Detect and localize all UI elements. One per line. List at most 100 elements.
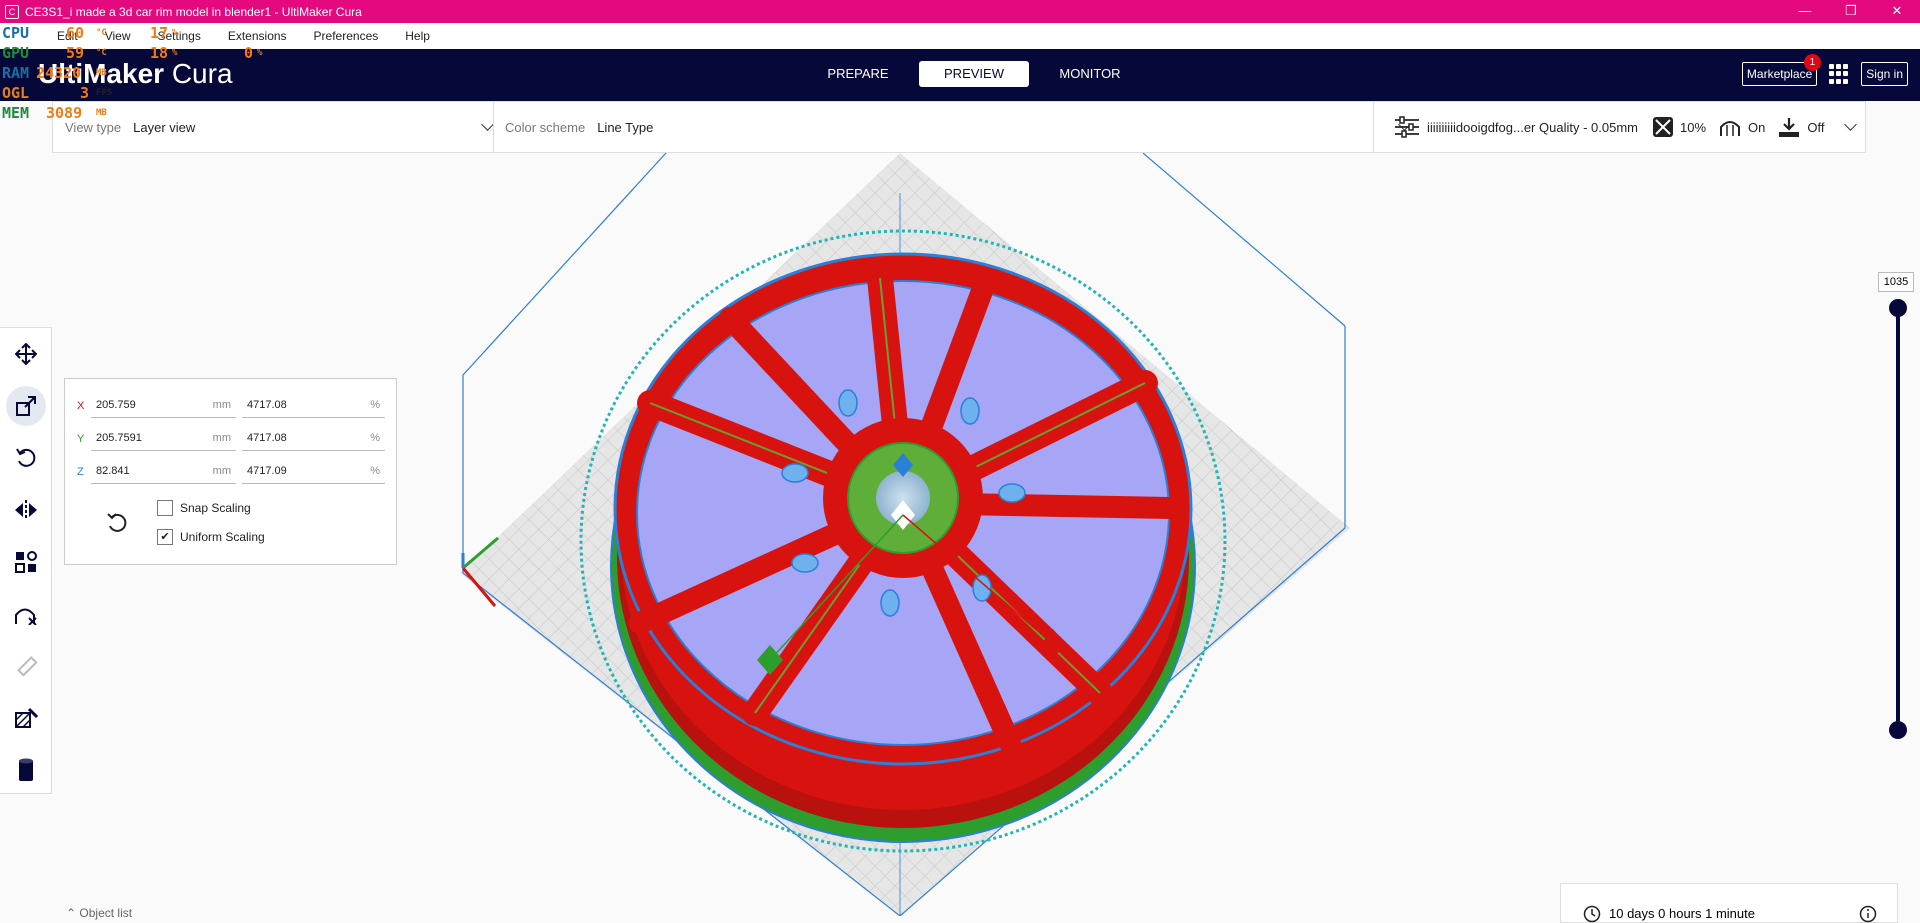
scale-z-percent-field[interactable]: 4717.09 % xyxy=(242,458,385,484)
rotate-icon xyxy=(16,448,36,467)
move-icon xyxy=(15,343,37,365)
infill-icon xyxy=(1652,117,1673,137)
ruler-icon xyxy=(17,656,37,677)
reset-scale-icon[interactable] xyxy=(105,511,131,537)
support-blocker-tool[interactable] xyxy=(0,588,52,640)
menu-view[interactable]: View xyxy=(105,29,131,43)
tab-preview[interactable]: PREVIEW xyxy=(919,61,1029,87)
uniform-scaling-checkbox[interactable]: ✔ Uniform Scaling xyxy=(157,529,265,545)
support-value: On xyxy=(1748,119,1766,135)
measure-tool[interactable] xyxy=(0,640,52,692)
uniform-scaling-box[interactable]: ✔ xyxy=(157,529,173,545)
layer-slider[interactable] xyxy=(1888,292,1908,744)
scale-icon xyxy=(16,396,36,416)
overlay-ogl-unit: FPS xyxy=(96,88,113,98)
scale-row-y: Y 205.7591 mm 4717.08 % xyxy=(65,425,398,453)
view-type-dropdown[interactable]: View type Layer view xyxy=(65,102,495,152)
axis-y-label: Y xyxy=(77,433,85,445)
support-blocker-icon xyxy=(15,608,37,625)
layer-slider-top-handle[interactable] xyxy=(1889,299,1907,317)
axis-z-label: Z xyxy=(77,466,84,478)
overlay-mem-unit: MB xyxy=(96,108,107,118)
profile-name: iiiiiiiiiidooigdfog...er Quality - 0.05m… xyxy=(1427,119,1638,135)
rotate-tool[interactable] xyxy=(0,432,52,484)
overlay-cpu-load-unit: % xyxy=(172,28,178,38)
overlay-gpu-load: 18 xyxy=(150,44,169,62)
current-layer-field[interactable]: 1035 xyxy=(1878,272,1914,292)
sign-in-button[interactable]: Sign in xyxy=(1861,62,1908,86)
menu-bar: Edit View Settings Extensions Preference… xyxy=(0,23,1920,49)
restore-icon[interactable]: ❐ xyxy=(1828,0,1874,23)
overlay-cpu-label: CPU xyxy=(2,24,30,42)
scale-y-mm-field[interactable]: 205.7591 mm xyxy=(91,425,236,451)
close-icon[interactable]: ✕ xyxy=(1874,0,1920,23)
print-settings-icon xyxy=(1395,116,1419,138)
scale-y-percent-field[interactable]: 4717.08 % xyxy=(242,425,385,451)
scale-x-mm-field[interactable]: 205.759 mm xyxy=(91,392,236,418)
overlay-cpu-temp-unit: °C xyxy=(96,28,107,38)
title-bar: C CE3S1_i made a 3d car rim model in ble… xyxy=(0,0,1920,23)
object-list-toggle[interactable]: ⌃ Object list xyxy=(66,906,132,920)
overlay-gpu-extra: 0 xyxy=(244,44,254,62)
mirror-tool[interactable] xyxy=(0,484,52,536)
cura-app-icon: C xyxy=(5,4,19,19)
menu-preferences[interactable]: Preferences xyxy=(314,29,379,43)
menu-help[interactable]: Help xyxy=(405,29,430,43)
uniform-scaling-label: Uniform Scaling xyxy=(180,530,265,544)
menu-extensions[interactable]: Extensions xyxy=(228,29,287,43)
adhesion-value: Off xyxy=(1807,119,1825,135)
per-model-settings-tool[interactable] xyxy=(0,536,52,588)
overlay-ram-value: 24320 xyxy=(36,64,82,82)
spool-tool[interactable] xyxy=(0,744,52,796)
snap-scaling-box[interactable] xyxy=(157,500,173,516)
paint-support-tool[interactable] xyxy=(0,692,52,744)
app-header: UltiMaker Cura PREPARE PREVIEW MONITOR M… xyxy=(0,49,1920,101)
scale-tool[interactable] xyxy=(0,380,52,432)
overlay-ram-unit: MB xyxy=(96,68,107,78)
overlay-ram-label: RAM xyxy=(2,64,30,82)
infill-value: 10% xyxy=(1679,119,1707,135)
viewport-3d[interactable] xyxy=(400,153,1360,916)
object-list-label: Object list xyxy=(79,906,133,920)
color-scheme-label: Color scheme xyxy=(505,119,586,135)
minimize-icon[interactable]: — xyxy=(1782,0,1828,23)
snap-scaling-label: Snap Scaling xyxy=(180,501,251,515)
window-title: CE3S1_i made a 3d car rim model in blend… xyxy=(25,4,362,19)
overlay-mem-label: MEM xyxy=(2,104,30,122)
adhesion-icon xyxy=(1779,118,1800,137)
logo-light: Cura xyxy=(171,58,233,89)
color-scheme-dropdown[interactable]: Color scheme Line Type xyxy=(505,102,1411,152)
view-type-value: Layer view xyxy=(133,119,196,135)
axis-x-label: X xyxy=(77,400,85,412)
layer-slider-bottom-handle[interactable] xyxy=(1889,721,1907,739)
tab-prepare[interactable]: PREPARE xyxy=(803,61,913,87)
chevron-down-icon xyxy=(1844,117,1858,131)
marketplace-badge: 1 xyxy=(1803,54,1821,71)
scale-x-percent-field[interactable]: 4717.08 % xyxy=(242,392,385,418)
tool-bar xyxy=(0,327,52,794)
support-icon xyxy=(1720,121,1741,136)
scale-panel: X 205.759 mm 4717.08 % Y 205.7591 mm 471… xyxy=(64,378,397,565)
overlay-ogl-value: 3 xyxy=(80,84,90,102)
scale-row-x: X 205.759 mm 4717.08 % xyxy=(65,392,398,420)
apps-grid-icon[interactable] xyxy=(1829,64,1849,84)
chevron-up-icon: ⌃ xyxy=(66,906,77,920)
scale-row-z: Z 82.841 mm 4717.09 % xyxy=(65,458,398,486)
per-model-settings-icon xyxy=(15,551,37,573)
tab-monitor[interactable]: MONITOR xyxy=(1035,61,1145,87)
overlay-cpu-temp: 60 xyxy=(66,24,85,42)
overlay-gpu-temp-unit: °C xyxy=(96,48,107,58)
scale-z-mm-field[interactable]: 82.841 mm xyxy=(91,458,236,484)
overlay-ogl-label: OGL xyxy=(2,84,30,102)
paint-support-icon xyxy=(15,707,38,728)
clock-icon xyxy=(1583,905,1601,923)
info-icon[interactable] xyxy=(1859,905,1877,923)
print-settings-selector[interactable]: iiiiiiiiiidooigdfog...er Quality - 0.05m… xyxy=(1387,102,1858,152)
spool-icon xyxy=(19,758,33,781)
view-settings-bar: View type Layer view Color scheme Line T… xyxy=(52,101,1866,153)
overlay-cpu-load: 17 xyxy=(150,24,169,42)
move-tool[interactable] xyxy=(0,328,52,380)
stage-tabs: PREPARE PREVIEW MONITOR xyxy=(800,61,1148,87)
snap-scaling-checkbox[interactable]: Snap Scaling xyxy=(157,500,251,516)
print-time-panel: 10 days 0 hours 1 minute xyxy=(1560,883,1898,923)
